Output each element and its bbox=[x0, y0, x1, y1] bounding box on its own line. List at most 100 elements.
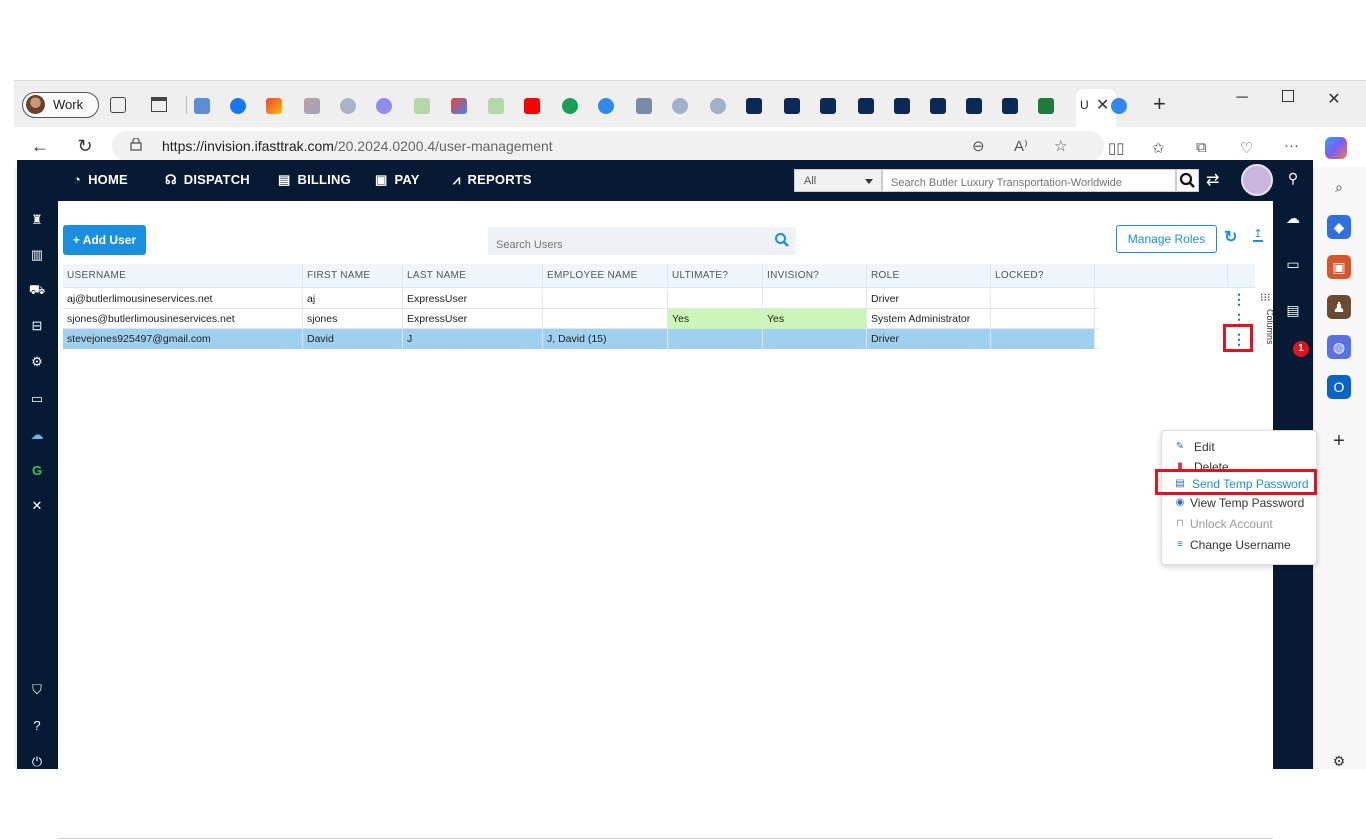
add-user-button[interactable]: + Add User bbox=[63, 225, 146, 255]
column-header[interactable]: INVISION? bbox=[763, 264, 867, 288]
cloud-icon[interactable]: ☁ bbox=[1283, 208, 1303, 228]
users-search-icon[interactable] bbox=[774, 232, 790, 253]
maximize-icon[interactable] bbox=[1282, 90, 1294, 102]
more-menu-icon[interactable]: ··· bbox=[1284, 137, 1299, 154]
nav-home[interactable]: ◔ HOME bbox=[73, 172, 128, 187]
split-screen-icon[interactable]: ▯▯ bbox=[1108, 139, 1125, 157]
new-tab-icon[interactable]: + bbox=[1153, 91, 1166, 117]
gmail-tab-icon[interactable] bbox=[266, 98, 282, 114]
settings-gears-icon[interactable]: ⚙ bbox=[28, 353, 46, 371]
tools-icon[interactable]: ✕ bbox=[28, 497, 46, 515]
column-header[interactable]: ULTIMATE? bbox=[668, 264, 763, 288]
games-icon[interactable]: ♟ bbox=[1327, 295, 1351, 319]
menu-item-change-username[interactable]: ≡ Change Username bbox=[1162, 535, 1318, 555]
excel-tab-icon[interactable] bbox=[1038, 98, 1054, 114]
back-icon[interactable]: ← bbox=[29, 136, 51, 157]
ifasttrak-tab-icon[interactable] bbox=[930, 98, 946, 114]
ifasttrak-tab-icon[interactable] bbox=[746, 98, 762, 114]
sheet-tab-icon[interactable] bbox=[488, 98, 504, 114]
pin-icon[interactable]: ⚲ bbox=[1283, 168, 1303, 188]
users-org-icon[interactable]: ♜ bbox=[28, 211, 46, 229]
gmail-tab-icon[interactable] bbox=[451, 98, 467, 114]
add-sidebar-app-icon[interactable]: + bbox=[1327, 429, 1351, 453]
search-scope-select[interactable]: All bbox=[794, 169, 882, 192]
nav-dispatch[interactable]: ☊ DISPATCH bbox=[165, 172, 250, 188]
shield-icon[interactable]: ⛉ bbox=[28, 681, 46, 699]
inbox-icon[interactable]: ⊟ bbox=[28, 317, 46, 335]
ifasttrak-tab-icon[interactable] bbox=[894, 98, 910, 114]
manage-roles-button[interactable]: Manage Roles bbox=[1116, 225, 1217, 253]
workspaces-icon[interactable] bbox=[110, 97, 126, 113]
column-header[interactable]: LAST NAME bbox=[403, 264, 543, 288]
g-logo-icon[interactable]: G bbox=[28, 462, 46, 480]
ifasttrak-tab-icon[interactable] bbox=[1002, 98, 1018, 114]
close-tab-icon[interactable]: ✕ bbox=[1096, 95, 1109, 115]
global-search-input[interactable] bbox=[882, 169, 1176, 192]
table-row[interactable]: aj@butlerlimousineservices.net aj Expres… bbox=[63, 289, 1099, 309]
browser-essentials-icon[interactable]: ♡ bbox=[1240, 139, 1253, 157]
app-tab-icon[interactable] bbox=[376, 98, 392, 114]
row-actions-kebab-icon[interactable]: ⋮ bbox=[1229, 290, 1249, 308]
shopping-icon[interactable]: ◆ bbox=[1327, 215, 1351, 239]
bus-icon[interactable]: ▭ bbox=[28, 390, 46, 408]
microsoft365-icon[interactable]: ◍ bbox=[1327, 335, 1351, 359]
nav-pay[interactable]: ▣ PAY bbox=[375, 172, 420, 188]
tab-favicon-icon[interactable] bbox=[194, 98, 210, 114]
ifasttrak-tab-icon[interactable] bbox=[820, 98, 836, 114]
search-icon[interactable]: ⌕ bbox=[1327, 175, 1351, 199]
sidebar-settings-icon[interactable]: ⚙ bbox=[1327, 749, 1351, 773]
app-tab-icon[interactable] bbox=[636, 98, 652, 114]
notification-badge[interactable]: 1 bbox=[1293, 341, 1309, 357]
ifasttrak-tab-icon[interactable] bbox=[784, 98, 800, 114]
menu-item-edit[interactable]: ✎ Edit bbox=[1162, 437, 1318, 457]
youtube-tab-icon[interactable] bbox=[524, 98, 540, 114]
monitor-icon[interactable]: ▭ bbox=[1283, 254, 1303, 274]
sheet-tab-icon[interactable] bbox=[414, 98, 430, 114]
users-search-input[interactable] bbox=[488, 227, 796, 255]
nav-reports[interactable]: ⩘ REPORTS bbox=[453, 172, 532, 188]
gmail-tab-icon[interactable] bbox=[304, 98, 320, 114]
table-row[interactable]: sjones@butlerlimousineservices.net sjone… bbox=[63, 309, 1099, 329]
switch-icon[interactable]: ⇄ bbox=[1206, 170, 1219, 190]
app-tab-icon[interactable] bbox=[710, 98, 726, 114]
columns-panel-tab[interactable]: Columns bbox=[1261, 309, 1275, 369]
outlook-icon[interactable]: O bbox=[1327, 375, 1351, 399]
column-header[interactable]: FIRST NAME bbox=[303, 264, 403, 288]
column-header[interactable]: USERNAME bbox=[63, 264, 303, 288]
ifasttrak-tab-icon[interactable] bbox=[858, 98, 874, 114]
user-avatar[interactable] bbox=[1241, 164, 1273, 196]
read-aloud-icon[interactable]: A⁾ bbox=[1014, 137, 1028, 155]
collections-icon[interactable]: ⧉ bbox=[1196, 139, 1207, 156]
url-field[interactable]: https://invision.ifasttrak.com/20.2024.0… bbox=[112, 131, 1104, 161]
table-row-selected[interactable]: stevejones925497@gmail.com David J J, Da… bbox=[63, 329, 1099, 349]
help-icon[interactable]: ? bbox=[28, 717, 46, 735]
ifasttrak-tab-icon[interactable] bbox=[966, 98, 982, 114]
menu-item-view-temp-password[interactable]: ◉ View Temp Password bbox=[1162, 493, 1318, 513]
minimize-icon[interactable]: ─ bbox=[1232, 89, 1252, 107]
facebook-tab-icon[interactable] bbox=[230, 98, 246, 114]
export-icon[interactable]: ↥ bbox=[1253, 229, 1263, 242]
profile-button[interactable]: Work bbox=[22, 92, 99, 118]
close-window-icon[interactable]: ✕ bbox=[1324, 89, 1344, 109]
nav-billing[interactable]: ▤ BILLING bbox=[278, 172, 351, 188]
copilot-icon[interactable] bbox=[1325, 137, 1347, 159]
column-header[interactable]: EMPLOYEE NAME bbox=[543, 264, 668, 288]
active-tab[interactable]: U ✕ bbox=[1076, 89, 1116, 127]
tools-icon[interactable]: ▣ bbox=[1327, 255, 1351, 279]
building-icon[interactable]: ▥ bbox=[28, 246, 46, 264]
chat-icon[interactable]: ▤ bbox=[1283, 300, 1303, 320]
global-search-button[interactable] bbox=[1176, 169, 1199, 192]
menu-item-unlock-account[interactable]: ⊓ Unlock Account bbox=[1162, 514, 1318, 534]
refresh-icon[interactable]: ↻ bbox=[1224, 227, 1237, 247]
app-tab-icon[interactable] bbox=[1111, 98, 1127, 114]
app-tab-icon[interactable] bbox=[672, 98, 688, 114]
app-tab-icon[interactable] bbox=[598, 98, 614, 114]
link-tab-icon[interactable] bbox=[340, 98, 356, 114]
refresh-icon[interactable]: ↻ bbox=[74, 136, 96, 157]
column-header[interactable]: ROLE bbox=[867, 264, 991, 288]
zoom-out-icon[interactable]: ⊖ bbox=[972, 137, 985, 155]
columns-grid-icon[interactable]: ⁝⁝⁝ bbox=[1260, 291, 1271, 304]
column-header[interactable]: LOCKED? bbox=[991, 264, 1095, 288]
favorite-star-icon[interactable]: ☆ bbox=[1054, 137, 1067, 155]
power-icon[interactable]: ⏻ bbox=[28, 753, 46, 771]
